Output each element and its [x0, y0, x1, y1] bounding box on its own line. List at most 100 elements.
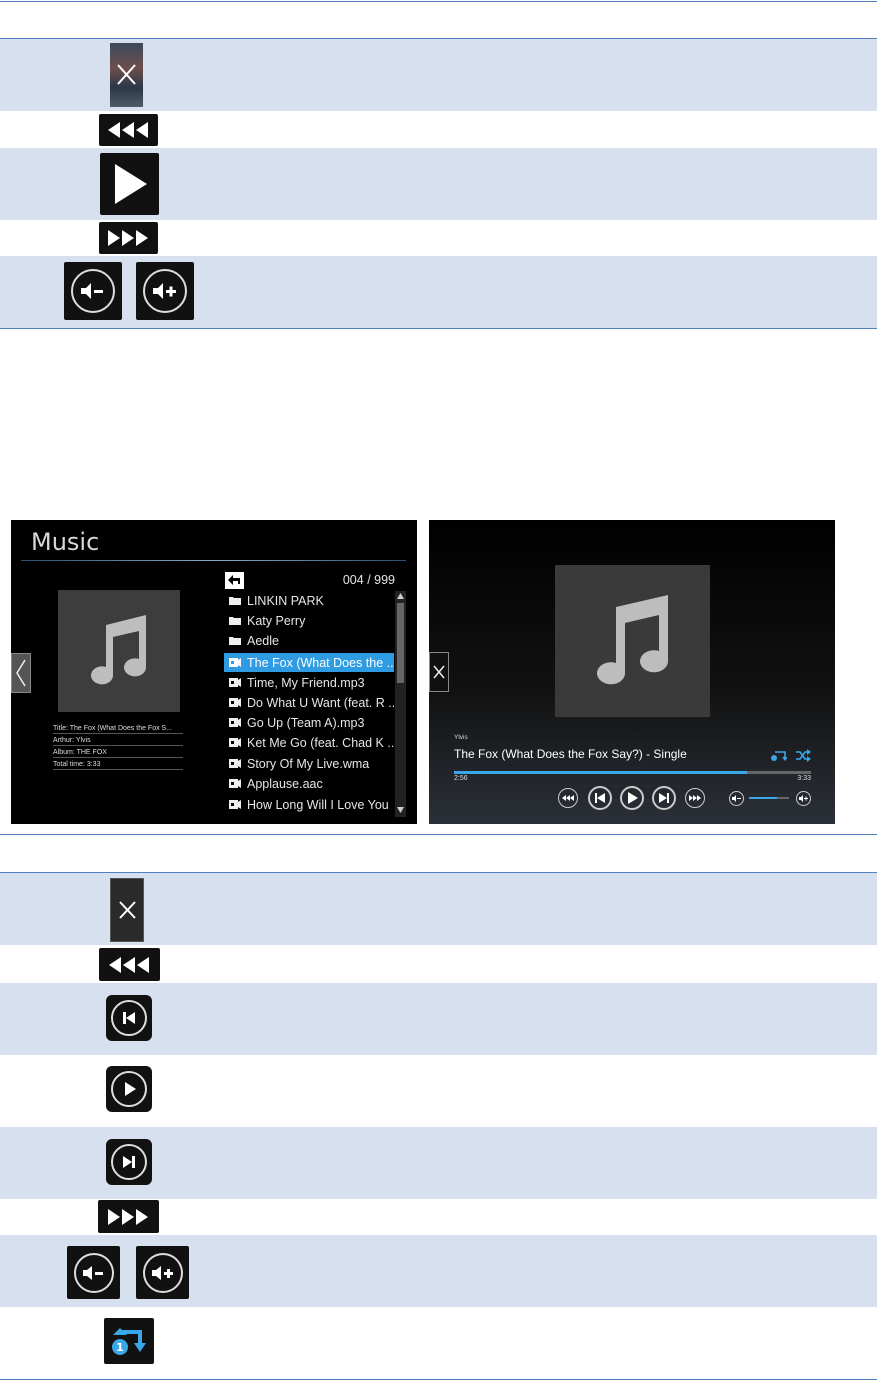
- track-title: The Fox (What Does the Fox Say?) - Singl…: [454, 747, 687, 761]
- audio-file-icon: [229, 678, 241, 687]
- list-item-label: LINKIN PARK: [247, 593, 324, 608]
- table-rule-bottom: [0, 1379, 877, 1380]
- list-item-label: The Fox (What Does the ...: [247, 655, 394, 670]
- skip-previous-icon: [106, 995, 152, 1041]
- table-rule-bottom: [0, 328, 877, 329]
- play-button[interactable]: [620, 786, 644, 810]
- volume-up-button[interactable]: [796, 791, 811, 806]
- rewind-button[interactable]: [558, 788, 578, 808]
- now-playing-screen: Ylvis The Fox (What Does the Fox Say?) -…: [429, 520, 835, 824]
- table-rule-top: [0, 1, 877, 2]
- rewind-icon: [99, 114, 158, 146]
- audio-file-icon: [229, 718, 241, 727]
- audio-file-icon: [229, 658, 241, 667]
- scrollbar[interactable]: [395, 591, 406, 817]
- shuffle-icon: [796, 749, 811, 762]
- prev-page-button[interactable]: [11, 653, 31, 693]
- music-note-icon: [596, 595, 668, 685]
- repeat-one-button[interactable]: [771, 749, 788, 762]
- volume-down-icon: [64, 262, 122, 320]
- scroll-thumb[interactable]: [397, 603, 404, 683]
- list-item-label: Applause.aac: [247, 776, 323, 791]
- track-info-album: Album: THE FOX: [53, 748, 183, 758]
- shuffle-button[interactable]: [795, 749, 811, 762]
- back-arrow-icon: [228, 575, 240, 585]
- audio-file-icon: [229, 698, 241, 707]
- list-item-label: Katy Perry: [247, 613, 306, 628]
- table-rule-header: [0, 872, 877, 873]
- track-info-title: Title: The Fox (What Does the Fox S...: [53, 724, 183, 734]
- list-item[interactable]: LINKIN PARK: [224, 591, 394, 610]
- volume-slider[interactable]: [749, 797, 789, 799]
- close-button[interactable]: [429, 652, 449, 692]
- folder-icon: [229, 617, 241, 625]
- list-item[interactable]: Time, My Friend.mp3: [224, 673, 394, 692]
- list-item[interactable]: Applause.aac: [224, 774, 394, 793]
- volume-down-icon: [67, 1246, 120, 1299]
- list-item-selected[interactable]: The Fox (What Does the ...: [224, 653, 394, 672]
- play-icon: [628, 792, 638, 804]
- fast-forward-icon: [99, 222, 158, 254]
- page-title: Music: [31, 528, 100, 556]
- list-item[interactable]: Ket Me Go (feat. Chad K ...: [224, 733, 394, 752]
- fast-forward-icon: [98, 1200, 159, 1233]
- total-time: 3:33: [797, 775, 811, 782]
- play-circle-icon: [106, 1066, 152, 1112]
- progress-fill: [454, 771, 747, 774]
- artist-name: Ylvis: [454, 734, 468, 741]
- list-item-label: Go Up (Team A).mp3: [247, 715, 365, 730]
- scroll-up-icon[interactable]: [397, 593, 404, 599]
- audio-file-icon: [229, 779, 241, 788]
- rewind-icon: [99, 948, 160, 981]
- list-item[interactable]: Do What U Want (feat. R ...: [224, 693, 394, 712]
- volume-down-button[interactable]: [729, 791, 744, 806]
- list-item-label: Time, My Friend.mp3: [247, 675, 365, 690]
- scroll-down-icon[interactable]: [397, 807, 404, 813]
- table-row-band: [0, 256, 877, 328]
- fast-forward-icon: [689, 795, 701, 801]
- list-item-label: Ket Me Go (feat. Chad K ...: [247, 735, 394, 750]
- album-art: [555, 565, 710, 717]
- list-item[interactable]: Aedle: [224, 631, 394, 650]
- progress-track[interactable]: [454, 771, 811, 774]
- item-counter: 004 / 999: [342, 573, 395, 587]
- list-item[interactable]: How Long Will I Love You: [224, 795, 394, 814]
- audio-file-icon: [229, 800, 241, 809]
- svg-text:1: 1: [116, 1341, 124, 1354]
- album-art: [58, 590, 180, 712]
- repeat-one-icon: 1: [104, 1318, 154, 1364]
- fast-forward-button[interactable]: [685, 788, 705, 808]
- back-button[interactable]: [225, 572, 244, 589]
- table-row-band: [0, 1235, 877, 1307]
- music-browser-screen: Music Title: The Fox (What Does the Fox …: [11, 520, 417, 824]
- volume-down-icon: [732, 795, 741, 802]
- list-item[interactable]: Go Up (Team A).mp3: [224, 713, 394, 732]
- volume-up-icon: [799, 795, 808, 802]
- audio-file-icon: [229, 738, 241, 747]
- list-item[interactable]: Story Of My Live.wma: [224, 754, 394, 773]
- list-item-label: Story Of My Live.wma: [247, 756, 370, 771]
- track-info-total-time: Total time: 3:33: [53, 760, 183, 770]
- list-item-label: Do What U Want (feat. R ...: [247, 695, 394, 710]
- play-icon: [100, 153, 159, 215]
- list-item[interactable]: Katy Perry: [224, 611, 394, 630]
- elapsed-time: 2:56: [454, 775, 468, 782]
- close-thumb-icon: [110, 43, 143, 107]
- music-note-icon: [91, 615, 147, 685]
- list-item-label: Aedle: [247, 633, 279, 648]
- volume-fill: [749, 797, 777, 799]
- folder-icon: [229, 597, 241, 605]
- list-item-label: How Long Will I Love You: [247, 797, 389, 812]
- volume-up-icon: [136, 262, 194, 320]
- folder-icon: [229, 637, 241, 645]
- audio-file-icon: [229, 759, 241, 768]
- track-info-artist: Arthur: Ylvis: [53, 736, 183, 746]
- next-track-button[interactable]: [652, 786, 676, 810]
- skip-next-icon: [659, 793, 669, 803]
- previous-track-button[interactable]: [588, 786, 612, 810]
- rewind-icon: [562, 795, 574, 801]
- close-icon: [110, 878, 144, 942]
- repeat-one-icon: [771, 751, 788, 761]
- table-rule-header: [0, 38, 877, 39]
- table-rule-top: [0, 834, 877, 835]
